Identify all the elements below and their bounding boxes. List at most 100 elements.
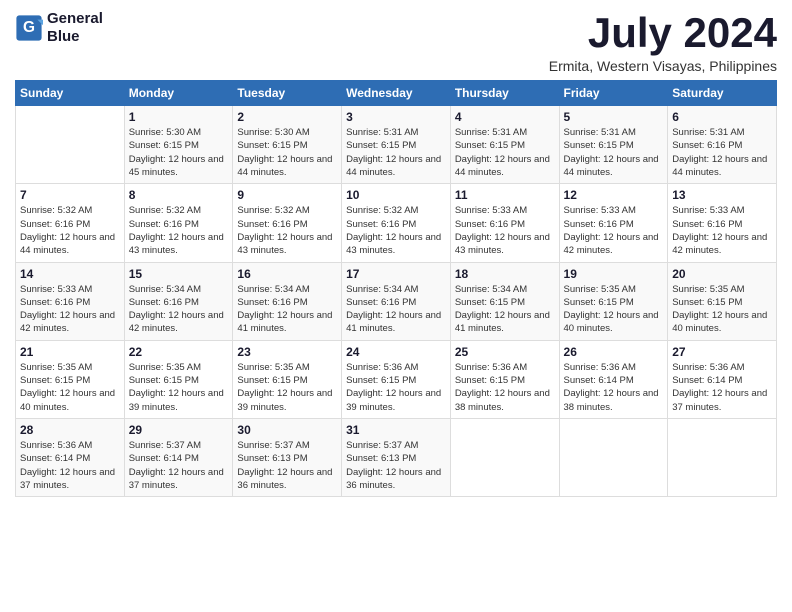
calendar-table: SundayMondayTuesdayWednesdayThursdayFrid… (15, 80, 777, 497)
calendar-cell: 24Sunrise: 5:36 AM Sunset: 6:15 PM Dayli… (342, 340, 451, 418)
week-row-1: 1Sunrise: 5:30 AM Sunset: 6:15 PM Daylig… (16, 106, 777, 184)
calendar-cell: 1Sunrise: 5:30 AM Sunset: 6:15 PM Daylig… (124, 106, 233, 184)
day-info: Sunrise: 5:32 AM Sunset: 6:16 PM Dayligh… (20, 204, 120, 257)
day-number: 5 (564, 110, 664, 124)
calendar-cell: 27 Sunrise: 5:36 AM Sunset: 6:14 PM Dayli… (668, 340, 777, 418)
day-info: Sunrise: 5:36 AM Sunset: 6:14 PM Dayligh… (672, 361, 772, 414)
calendar-cell: 5 Sunrise: 5:31 AM Sunset: 6:15 PM Daylig… (559, 106, 668, 184)
calendar-cell: 30 Sunrise: 5:37 AM Sunset: 6:13 PM Dayli… (233, 418, 342, 496)
day-info: Sunrise: 5:31 AM Sunset: 6:16 PM Dayligh… (672, 126, 772, 179)
day-number: 9 (237, 188, 337, 202)
day-number: 10 (346, 188, 446, 202)
day-number: 25 (455, 345, 555, 359)
calendar-cell: 20 Sunrise: 5:35 AM Sunset: 6:15 PM Dayli… (668, 262, 777, 340)
day-number: 27 (672, 345, 772, 359)
day-number: 12 (564, 188, 664, 202)
week-row-3: 14Sunrise: 5:33 AM Sunset: 6:16 PM Dayli… (16, 262, 777, 340)
location: Ermita, Western Visayas, Philippines (549, 58, 777, 74)
calendar-cell: 13Sunrise: 5:33 AM Sunset: 6:16 PM Dayli… (668, 184, 777, 262)
day-info: Sunrise: 5:32 AM Sunset: 6:16 PM Dayligh… (346, 204, 446, 257)
calendar-cell: 7 Sunrise: 5:32 AM Sunset: 6:16 PM Daylig… (16, 184, 125, 262)
calendar-cell: 11 Sunrise: 5:33 AM Sunset: 6:16 PM Dayli… (450, 184, 559, 262)
header: G General Blue July 2024 Ermita, Western… (15, 10, 777, 74)
logo-icon: G (15, 14, 43, 42)
day-info: Sunrise: 5:31 AM Sunset: 6:15 PM Dayligh… (346, 126, 446, 179)
header-row: SundayMondayTuesdayWednesdayThursdayFrid… (16, 81, 777, 106)
day-header-friday: Friday (559, 81, 668, 106)
calendar-cell: 31 Sunrise: 5:37 AM Sunset: 6:13 PM Dayli… (342, 418, 451, 496)
day-info: Sunrise: 5:37 AM Sunset: 6:14 PM Dayligh… (129, 439, 229, 492)
day-number: 8 (129, 188, 229, 202)
day-info: Sunrise: 5:34 AM Sunset: 6:16 PM Dayligh… (346, 283, 446, 336)
day-number: 21 (20, 345, 120, 359)
day-info: Sunrise: 5:33 AM Sunset: 6:16 PM Dayligh… (455, 204, 555, 257)
day-info: Sunrise: 5:35 AM Sunset: 6:15 PM Dayligh… (564, 283, 664, 336)
day-number: 20 (672, 267, 772, 281)
day-number: 7 (20, 188, 120, 202)
calendar-cell: 4Sunrise: 5:31 AM Sunset: 6:15 PM Daylig… (450, 106, 559, 184)
week-row-4: 21 Sunrise: 5:35 AM Sunset: 6:15 PM Dayli… (16, 340, 777, 418)
calendar-cell: 22 Sunrise: 5:35 AM Sunset: 6:15 PM Dayli… (124, 340, 233, 418)
day-info: Sunrise: 5:36 AM Sunset: 6:14 PM Dayligh… (564, 361, 664, 414)
day-header-thursday: Thursday (450, 81, 559, 106)
day-number: 2 (237, 110, 337, 124)
day-info: Sunrise: 5:34 AM Sunset: 6:16 PM Dayligh… (129, 283, 229, 336)
day-number: 15 (129, 267, 229, 281)
calendar-cell: 15 Sunrise: 5:34 AM Sunset: 6:16 PM Dayli… (124, 262, 233, 340)
day-number: 23 (237, 345, 337, 359)
calendar-cell: 16 Sunrise: 5:34 AM Sunset: 6:16 PM Dayli… (233, 262, 342, 340)
logo-line2: Blue (47, 28, 103, 46)
day-number: 30 (237, 423, 337, 437)
calendar-cell: 25Sunrise: 5:36 AM Sunset: 6:15 PM Dayli… (450, 340, 559, 418)
calendar-cell: 10 Sunrise: 5:32 AM Sunset: 6:16 PM Dayli… (342, 184, 451, 262)
day-info: Sunrise: 5:37 AM Sunset: 6:13 PM Dayligh… (237, 439, 337, 492)
week-row-5: 28 Sunrise: 5:36 AM Sunset: 6:14 PM Dayli… (16, 418, 777, 496)
calendar-cell (450, 418, 559, 496)
day-header-monday: Monday (124, 81, 233, 106)
day-info: Sunrise: 5:34 AM Sunset: 6:16 PM Dayligh… (237, 283, 337, 336)
calendar-cell: 9 Sunrise: 5:32 AM Sunset: 6:16 PM Daylig… (233, 184, 342, 262)
day-number: 28 (20, 423, 120, 437)
calendar-cell: 6Sunrise: 5:31 AM Sunset: 6:16 PM Daylig… (668, 106, 777, 184)
calendar-cell: 3 Sunrise: 5:31 AM Sunset: 6:15 PM Daylig… (342, 106, 451, 184)
day-number: 19 (564, 267, 664, 281)
calendar-cell: 2Sunrise: 5:30 AM Sunset: 6:15 PM Daylig… (233, 106, 342, 184)
week-row-2: 7 Sunrise: 5:32 AM Sunset: 6:16 PM Daylig… (16, 184, 777, 262)
day-info: Sunrise: 5:36 AM Sunset: 6:15 PM Dayligh… (346, 361, 446, 414)
day-info: Sunrise: 5:31 AM Sunset: 6:15 PM Dayligh… (564, 126, 664, 179)
day-info: Sunrise: 5:35 AM Sunset: 6:15 PM Dayligh… (237, 361, 337, 414)
day-info: Sunrise: 5:32 AM Sunset: 6:16 PM Dayligh… (129, 204, 229, 257)
day-number: 26 (564, 345, 664, 359)
calendar-cell: 12Sunrise: 5:33 AM Sunset: 6:16 PM Dayli… (559, 184, 668, 262)
logo: G General Blue (15, 10, 103, 46)
calendar-cell: 26 Sunrise: 5:36 AM Sunset: 6:14 PM Dayli… (559, 340, 668, 418)
day-header-saturday: Saturday (668, 81, 777, 106)
day-info: Sunrise: 5:37 AM Sunset: 6:13 PM Dayligh… (346, 439, 446, 492)
day-number: 31 (346, 423, 446, 437)
svg-text:G: G (23, 19, 35, 36)
day-number: 17 (346, 267, 446, 281)
calendar-cell: 19 Sunrise: 5:35 AM Sunset: 6:15 PM Dayli… (559, 262, 668, 340)
day-info: Sunrise: 5:35 AM Sunset: 6:15 PM Dayligh… (129, 361, 229, 414)
day-number: 13 (672, 188, 772, 202)
day-number: 16 (237, 267, 337, 281)
day-info: Sunrise: 5:35 AM Sunset: 6:15 PM Dayligh… (20, 361, 120, 414)
day-number: 4 (455, 110, 555, 124)
day-info: Sunrise: 5:35 AM Sunset: 6:15 PM Dayligh… (672, 283, 772, 336)
day-number: 14 (20, 267, 120, 281)
day-number: 11 (455, 188, 555, 202)
calendar-cell: 14Sunrise: 5:33 AM Sunset: 6:16 PM Dayli… (16, 262, 125, 340)
day-header-tuesday: Tuesday (233, 81, 342, 106)
day-info: Sunrise: 5:32 AM Sunset: 6:16 PM Dayligh… (237, 204, 337, 257)
day-info: Sunrise: 5:36 AM Sunset: 6:14 PM Dayligh… (20, 439, 120, 492)
title-area: July 2024 Ermita, Western Visayas, Phili… (549, 10, 777, 74)
day-header-wednesday: Wednesday (342, 81, 451, 106)
calendar-cell: 8 Sunrise: 5:32 AM Sunset: 6:16 PM Daylig… (124, 184, 233, 262)
calendar-cell: 23 Sunrise: 5:35 AM Sunset: 6:15 PM Dayli… (233, 340, 342, 418)
day-number: 29 (129, 423, 229, 437)
calendar-cell: 17 Sunrise: 5:34 AM Sunset: 6:16 PM Dayli… (342, 262, 451, 340)
day-number: 3 (346, 110, 446, 124)
calendar-cell: 21 Sunrise: 5:35 AM Sunset: 6:15 PM Dayli… (16, 340, 125, 418)
day-number: 1 (129, 110, 229, 124)
day-number: 22 (129, 345, 229, 359)
